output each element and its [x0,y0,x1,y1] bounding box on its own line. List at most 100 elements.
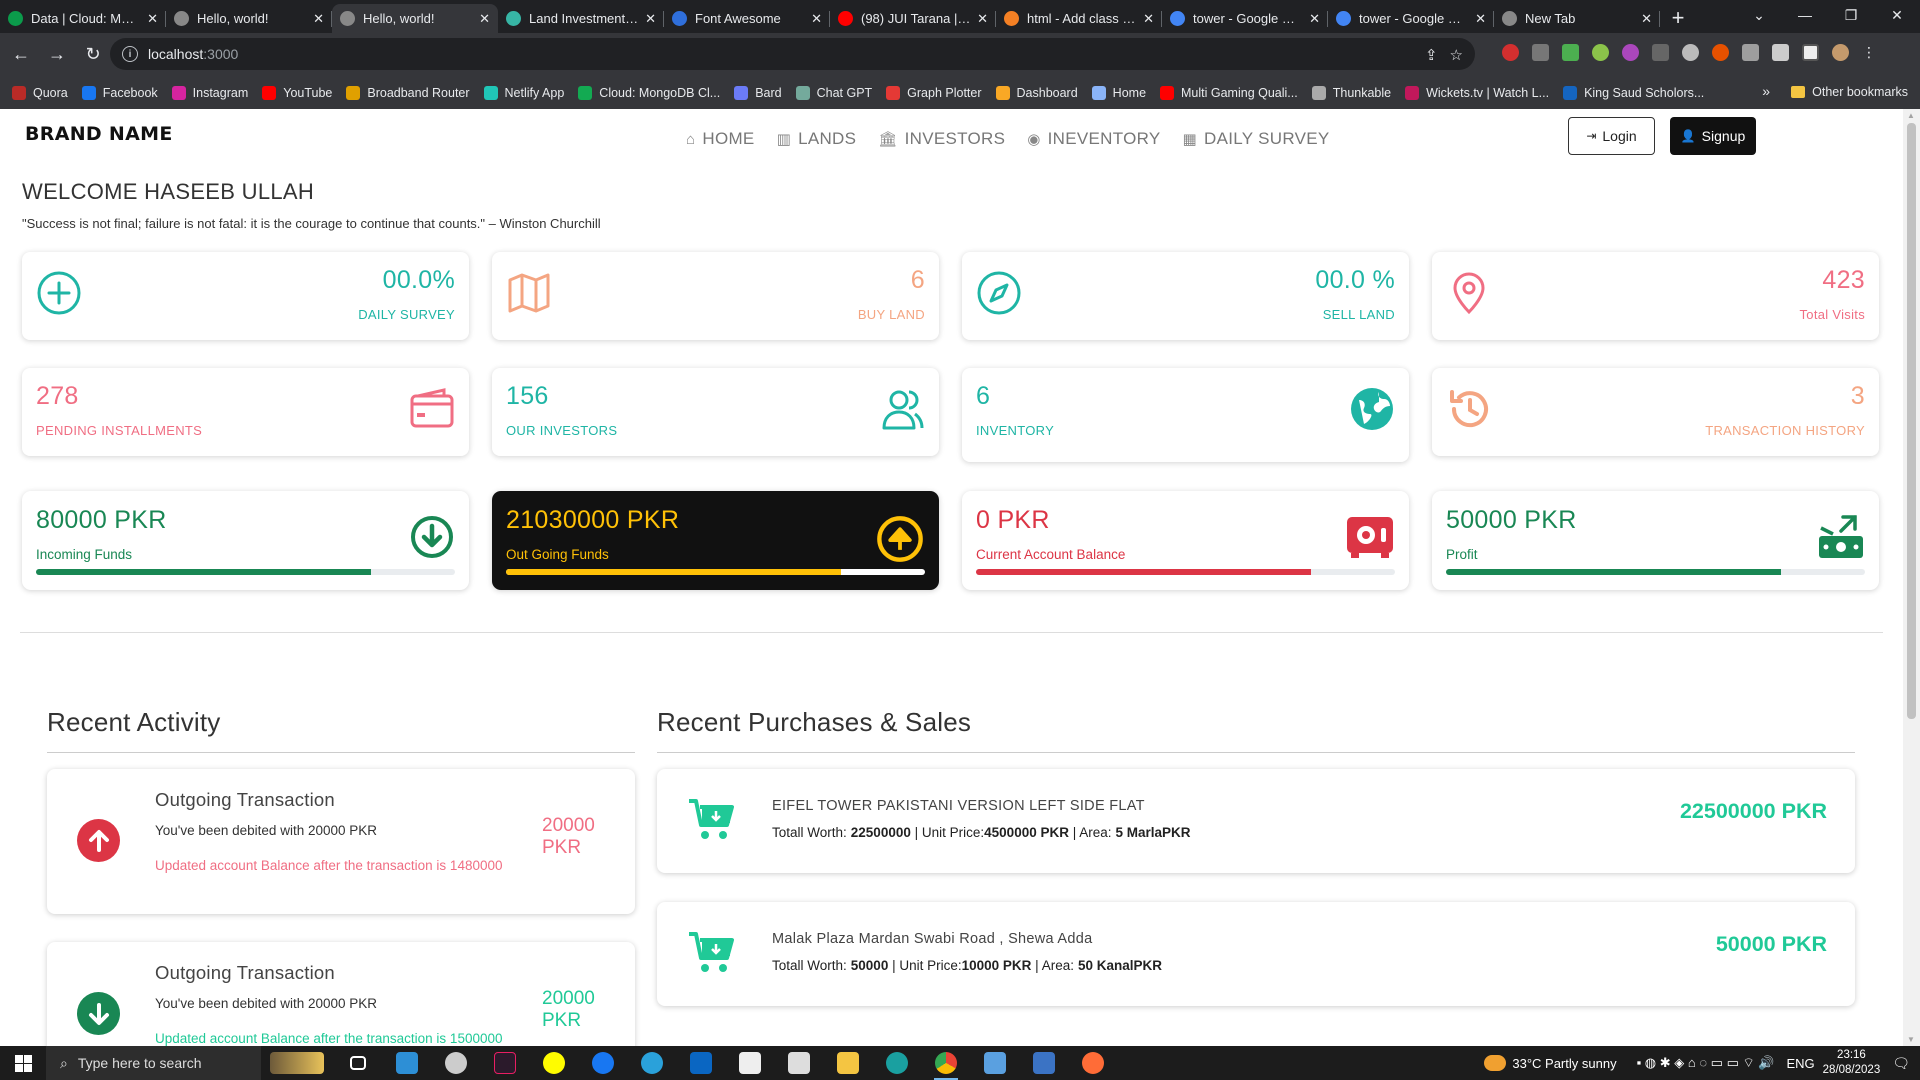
tab-close-icon[interactable]: ✕ [811,11,822,27]
mail-icon[interactable] [779,1046,819,1080]
teams-icon[interactable] [1024,1046,1064,1080]
browser-tab[interactable]: tower - Google Search ✕ [1328,4,1494,33]
bookmark-item[interactable]: Home [1091,85,1146,100]
browser-tab[interactable]: Hello, world! ✕ [332,4,498,33]
bookmark-item[interactable]: Chat GPT [795,85,872,100]
adblock-icon[interactable] [1502,44,1519,61]
stat-card-our-investors[interactable]: 156 OUR INVESTORS [492,368,939,456]
browser-tab[interactable]: Hello, world! ✕ [166,4,332,33]
weather-text[interactable]: 33°C Partly sunny [1512,1056,1616,1071]
purchase-card[interactable]: EIFEL TOWER PAKISTANI VERSION LEFT SIDE … [657,769,1855,873]
funds-card-out-going-funds[interactable]: 21030000 PKR Out Going Funds [492,491,939,590]
menu-kebab-icon[interactable]: ⋮ [1862,44,1876,61]
minimize-button[interactable]: — [1782,0,1828,30]
browser-tab[interactable]: Data | Cloud: MongoDB ✕ [0,4,166,33]
terminal-icon[interactable] [485,1046,525,1080]
tab-close-icon[interactable]: ✕ [479,11,490,27]
bookmark-item[interactable]: Dashboard [995,85,1078,100]
postman-icon[interactable] [1073,1046,1113,1080]
bookmark-item[interactable]: King Saud Scholors... [1563,85,1704,100]
puzzle-icon[interactable] [1772,44,1789,61]
nav-ineventory[interactable]: ◉ INEVENTORY [1027,129,1160,149]
signup-button[interactable]: 👤 Signup [1670,117,1756,155]
browser-tab[interactable]: New Tab ✕ [1494,4,1660,33]
bookmark-item[interactable]: Wickets.tv | Watch L... [1405,85,1549,100]
extension-icon[interactable] [1742,44,1759,61]
nav-daily-survey[interactable]: ▦ DAILY SURVEY [1183,129,1330,149]
new-tab-button[interactable]: + [1660,4,1696,33]
page-scrollbar[interactable]: ▲ ▼ [1903,109,1920,1046]
tab-close-icon[interactable]: ✕ [1475,11,1486,27]
funds-card-profit[interactable]: 50000 PKR Profit [1432,491,1879,590]
bookmark-item[interactable]: Graph Plotter [886,85,982,100]
bookmark-item[interactable]: Facebook [81,85,158,100]
tray-icons[interactable]: ▪ ◍ ✱ ◈ ⌂ ◌ ▭ ▭ ⌔ 🔊 [1637,1055,1775,1071]
vscode-icon[interactable] [387,1046,427,1080]
tab-close-icon[interactable]: ✕ [147,11,158,27]
language-indicator[interactable]: ENG [1786,1056,1814,1071]
activity-card[interactable]: Outgoing Transaction You've been debited … [47,769,635,914]
telegram-icon[interactable] [632,1046,672,1080]
bookmark-item[interactable]: Cloud: MongoDB Cl... [578,85,720,100]
avatar[interactable] [1832,44,1849,61]
browser-tab[interactable]: (98) JUI Tarana | Most ✕ [830,4,996,33]
activity-card[interactable]: Outgoing Transaction You've been debited … [47,942,635,1046]
extension-icon[interactable] [1592,44,1609,61]
bookmark-item[interactable]: YouTube [262,85,332,100]
scrollbar-thumb[interactable] [1907,123,1916,719]
back-button[interactable]: ← [6,40,36,70]
task-view-icon[interactable] [338,1046,378,1080]
extension-icon[interactable] [1532,44,1549,61]
extension-tree-icon[interactable] [1562,44,1579,61]
bookmark-item[interactable]: Netlify App [483,85,564,100]
linkedin-icon[interactable] [681,1046,721,1080]
nav-home[interactable]: ⌂ HOME [686,129,755,149]
site-info-icon[interactable]: i [122,46,138,62]
search-highlight-icon[interactable] [265,1046,329,1080]
extension-icon[interactable] [1652,44,1669,61]
nav-investors[interactable]: 🏛 INVESTORS [878,129,1005,149]
close-window-button[interactable]: ✕ [1874,0,1920,30]
chrome-icon[interactable] [926,1046,966,1080]
login-button[interactable]: ⇥ Login [1568,117,1655,155]
stat-card-daily-survey[interactable]: 00.0% DAILY SURVEY [22,252,469,340]
stat-card-inventory[interactable]: 6 INVENTORY [962,368,1409,462]
tab-close-icon[interactable]: ✕ [1143,11,1154,27]
store-icon[interactable] [730,1046,770,1080]
start-button[interactable] [0,1046,46,1080]
tab-close-icon[interactable]: ✕ [977,11,988,27]
more-bookmarks-icon[interactable]: » [1762,83,1770,99]
edge-icon[interactable] [877,1046,917,1080]
tab-search-icon[interactable]: ⌄ [1736,0,1782,30]
funds-card-incoming-funds[interactable]: 80000 PKR Incoming Funds [22,491,469,590]
facebook-icon[interactable] [583,1046,623,1080]
clock[interactable]: 23:16 28/08/2023 [1823,1048,1881,1078]
file-explorer-icon[interactable] [828,1046,868,1080]
restore-button[interactable]: ❐ [1828,0,1874,30]
taskbar-search[interactable]: ⌕ Type here to search [46,1046,261,1080]
stat-card-sell-land[interactable]: 00.0 % SELL LAND [962,252,1409,340]
extension-icon[interactable] [1712,44,1729,61]
tab-close-icon[interactable]: ✕ [313,11,324,27]
bookmark-star-icon[interactable]: ☆ [1450,46,1463,64]
browser-tab[interactable]: tower - Google Search ✕ [1162,4,1328,33]
app-icon[interactable] [436,1046,476,1080]
nav-lands[interactable]: ▥ LANDS [777,129,857,149]
bookmark-item[interactable]: Quora [12,85,68,100]
stat-card-buy-land[interactable]: 6 BUY LAND [492,252,939,340]
notification-icon[interactable]: 🗨 [1892,1055,1910,1072]
bookmark-item[interactable]: Thunkable [1311,85,1391,100]
bookmark-item[interactable]: Bard [734,85,782,100]
scroll-up-icon[interactable]: ▲ [1907,111,1915,120]
browser-tab[interactable]: Font Awesome ✕ [664,4,830,33]
reload-button[interactable]: ↻ [78,40,108,70]
funds-card-current-account-balance[interactable]: 0 PKR Current Account Balance [962,491,1409,590]
address-bar[interactable]: i localhost:3000 ⇪ ☆ [110,38,1475,70]
browser-tab[interactable]: html - Add class with ✕ [996,4,1162,33]
forward-button[interactable]: → [42,40,72,70]
brand-logo[interactable]: BRAND NAME [25,123,173,145]
purchase-card[interactable]: Malak Plaza Mardan Swabi Road , Shewa Ad… [657,902,1855,1006]
bookmark-item[interactable]: Multi Gaming Quali... [1160,85,1298,100]
share-icon[interactable]: ⇪ [1425,46,1438,64]
stat-card-transaction-history[interactable]: 3 TRANSACTION HISTORY [1432,368,1879,456]
